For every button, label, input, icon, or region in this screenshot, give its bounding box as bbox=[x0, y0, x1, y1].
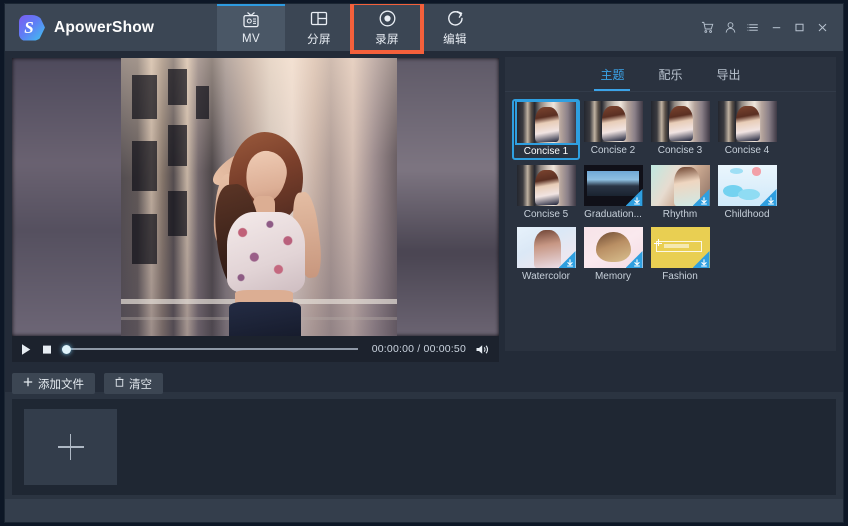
theme-label: Childhood bbox=[715, 209, 779, 220]
theme-item[interactable]: Watercolor bbox=[514, 227, 578, 282]
tv-icon bbox=[240, 11, 262, 30]
clear-button[interactable]: 清空 bbox=[104, 373, 163, 394]
theme-label: Concise 2 bbox=[581, 145, 645, 156]
theme-thumbnail[interactable] bbox=[718, 165, 777, 206]
tab-theme[interactable]: 主题 bbox=[598, 57, 626, 91]
app-window: S ApowerShow MV bbox=[4, 3, 844, 523]
record-circle-icon bbox=[376, 9, 398, 28]
nav-tab-split-screen[interactable]: 分屏 bbox=[285, 4, 353, 51]
theme-thumbnail[interactable] bbox=[718, 101, 777, 142]
theme-item[interactable]: Concise 3 bbox=[648, 101, 712, 158]
minimize-icon[interactable] bbox=[766, 16, 787, 40]
tab-soundtrack-label: 配乐 bbox=[658, 66, 682, 83]
theme-item[interactable]: Concise 4 bbox=[715, 101, 779, 158]
theme-label: Concise 1 bbox=[514, 146, 578, 157]
tab-export-label: 导出 bbox=[717, 66, 741, 83]
play-icon[interactable] bbox=[20, 343, 32, 356]
trash-icon bbox=[115, 377, 124, 390]
theme-thumbnail[interactable] bbox=[651, 101, 710, 142]
stop-icon[interactable] bbox=[41, 343, 53, 356]
preview-blur-left bbox=[12, 58, 126, 336]
nav-tab-edit[interactable]: 编辑 bbox=[421, 4, 489, 51]
file-action-bar: 添加文件 清空 bbox=[12, 362, 499, 398]
clear-label: 清空 bbox=[129, 376, 152, 392]
time-display: 00:00:00 / 00:00:50 bbox=[372, 343, 466, 355]
theme-label: Memory bbox=[581, 271, 645, 282]
apowershow-logo-icon: S bbox=[19, 15, 45, 41]
theme-thumbnail[interactable] bbox=[584, 101, 643, 142]
theme-label: Concise 5 bbox=[514, 209, 578, 220]
window-controls bbox=[697, 4, 843, 51]
maximize-icon[interactable] bbox=[789, 16, 810, 40]
main-body: 00:00:00 / 00:00:50 添加文件 bbox=[5, 51, 843, 392]
preview-photo bbox=[121, 58, 397, 336]
brand-name: ApowerShow bbox=[54, 19, 154, 37]
progress-knob[interactable] bbox=[62, 345, 71, 354]
tab-theme-label: 主题 bbox=[600, 66, 624, 83]
left-column: 00:00:00 / 00:00:50 添加文件 bbox=[5, 51, 505, 392]
status-bar bbox=[5, 499, 843, 522]
theme-item[interactable]: Childhood bbox=[715, 165, 779, 220]
add-media-slot[interactable] bbox=[24, 409, 117, 485]
panel-tabs: 主题 配乐 导出 bbox=[505, 57, 836, 92]
add-file-label: 添加文件 bbox=[38, 376, 84, 392]
theme-thumbnail[interactable] bbox=[651, 165, 710, 206]
theme-thumbnail[interactable] bbox=[517, 165, 576, 206]
nav-tab-split-screen-label: 分屏 bbox=[307, 31, 331, 47]
close-icon[interactable] bbox=[812, 16, 833, 40]
logo-letter: S bbox=[19, 15, 39, 41]
theme-item[interactable]: Rhythm bbox=[648, 165, 712, 220]
nav-tab-record-screen-label: 录屏 bbox=[375, 31, 399, 47]
theme-item[interactable]: Graduation... bbox=[581, 165, 645, 220]
theme-panel: 主题 配乐 导出 Concise 1Concise 2Concise 3Conc… bbox=[505, 57, 836, 351]
brand: S ApowerShow bbox=[5, 4, 217, 51]
cart-icon[interactable] bbox=[697, 16, 718, 40]
theme-label: Concise 4 bbox=[715, 145, 779, 156]
add-file-button[interactable]: 添加文件 bbox=[12, 373, 95, 394]
nav-tab-mv-label: MV bbox=[242, 33, 260, 45]
preview-blur-right bbox=[385, 58, 499, 336]
theme-item[interactable]: Concise 2 bbox=[581, 101, 645, 158]
title-bar: S ApowerShow MV bbox=[5, 4, 843, 51]
split-screen-icon bbox=[308, 9, 330, 28]
theme-label: Watercolor bbox=[514, 271, 578, 282]
theme-grid: Concise 1Concise 2Concise 3Concise 4 Conc… bbox=[505, 92, 836, 351]
theme-item[interactable]: Concise 5 bbox=[514, 165, 578, 220]
theme-item[interactable]: Fashion bbox=[648, 227, 712, 282]
tab-soundtrack[interactable]: 配乐 bbox=[656, 57, 684, 91]
theme-thumbnail[interactable] bbox=[584, 165, 643, 206]
tab-export[interactable]: 导出 bbox=[715, 57, 743, 91]
nav-tab-record-screen[interactable]: 录屏 bbox=[353, 4, 421, 51]
theme-thumbnail[interactable] bbox=[517, 227, 576, 268]
preview-subject bbox=[187, 104, 337, 336]
menu-icon[interactable] bbox=[743, 16, 764, 40]
progress-slider[interactable] bbox=[64, 348, 358, 350]
theme-thumbnail[interactable] bbox=[517, 102, 576, 143]
timeline[interactable] bbox=[12, 399, 836, 495]
nav-tab-edit-label: 编辑 bbox=[443, 31, 467, 47]
theme-item[interactable]: Memory bbox=[581, 227, 645, 282]
theme-thumbnail[interactable] bbox=[651, 227, 710, 268]
nav-tab-mv[interactable]: MV bbox=[217, 4, 285, 51]
theme-thumbnail[interactable] bbox=[584, 227, 643, 268]
volume-icon[interactable] bbox=[475, 343, 490, 356]
plus-icon bbox=[58, 434, 84, 460]
theme-item[interactable]: Concise 1 bbox=[514, 101, 578, 158]
theme-label: Rhythm bbox=[648, 209, 712, 220]
user-icon[interactable] bbox=[720, 16, 741, 40]
theme-label: Fashion bbox=[648, 271, 712, 282]
theme-label: Graduation... bbox=[581, 209, 645, 220]
right-column: 主题 配乐 导出 Concise 1Concise 2Concise 3Conc… bbox=[505, 51, 843, 392]
plus-icon bbox=[23, 377, 33, 390]
theme-label: Concise 3 bbox=[648, 145, 712, 156]
video-preview[interactable] bbox=[12, 58, 499, 336]
refresh-edit-icon bbox=[444, 9, 466, 28]
nav-tabs: MV 分屏 录屏 bbox=[217, 4, 489, 51]
player-controls: 00:00:00 / 00:00:50 bbox=[12, 336, 499, 362]
